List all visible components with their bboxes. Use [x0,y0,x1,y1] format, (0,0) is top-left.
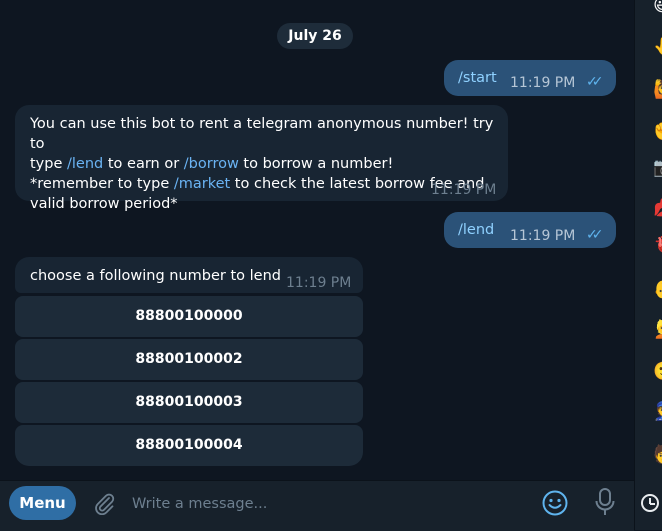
chat-area: July 26 /start 11:19 PM ✓✓ You can use t… [0,0,634,480]
text-line: type /lend to earn or /borrow to borrow … [30,156,394,172]
emoji-icon[interactable]: 💋 [653,198,662,218]
message-input[interactable] [130,488,514,520]
incoming-message-choose[interactable]: choose a following number to lend 11:19 … [15,257,363,293]
outgoing-message-lend[interactable]: /lend 11:19 PM ✓✓ [444,212,616,248]
message-text: choose a following number to lend [30,268,281,284]
outgoing-message-start[interactable]: /start 11:19 PM ✓✓ [444,60,616,96]
emoji-icon[interactable]: 🙋 [653,80,662,100]
incoming-message-welcome[interactable]: You can use this bot to rent a telegram … [15,105,508,212]
number-button[interactable]: 88800100003 [15,382,363,423]
message-time: 11:19 PM [510,228,576,244]
date-badge: July 26 [277,23,353,49]
number-button[interactable]: 88800100004 [15,425,363,466]
menu-button[interactable]: Menu [9,486,76,520]
mic-icon[interactable] [594,487,616,517]
clock-icon[interactable] [641,494,659,512]
emoji-icon[interactable]: 👶 [653,280,662,300]
message-text: You can use this bot to rent a telegram … [30,114,500,214]
number-button[interactable]: 88800100002 [15,339,363,380]
market-command-link[interactable]: /market [174,176,230,192]
emoji-icon[interactable]: 👱 [653,320,662,340]
message-time: 11:19 PM [286,275,352,291]
emoji-icon[interactable]: 📷 [653,158,662,178]
emoji-icon[interactable]: 👮 [653,402,662,422]
borrow-command-link[interactable]: /borrow [184,156,239,172]
text-line: You can use this bot to rent a telegram … [30,116,494,152]
emoji-icon[interactable]: 🧑 [653,445,662,465]
text-line: *remember to type /market to check the l… [30,176,485,192]
message-text: /lend [458,222,495,238]
read-ticks-icon: ✓✓ [586,227,604,243]
emoji-icon[interactable]: 🙂 [653,362,662,382]
read-ticks-icon: ✓✓ [586,74,604,90]
lend-command-link[interactable]: /lend [67,156,103,172]
emoji-icon[interactable]: 🤚 [653,37,662,57]
number-button[interactable]: 88800100000 [15,296,363,337]
text-line: valid borrow period* [30,196,178,212]
emoji-icon[interactable]: 🫀 [653,236,662,256]
attach-icon[interactable] [92,491,116,515]
message-time: 11:19 PM [510,75,576,91]
message-text: /start [458,70,497,86]
emoji-icon[interactable]: 😃 [653,0,662,16]
emoji-icon[interactable]: ✊ [653,122,662,142]
message-time: 11:19 PM [431,182,497,198]
emoji-icon[interactable] [541,489,569,517]
